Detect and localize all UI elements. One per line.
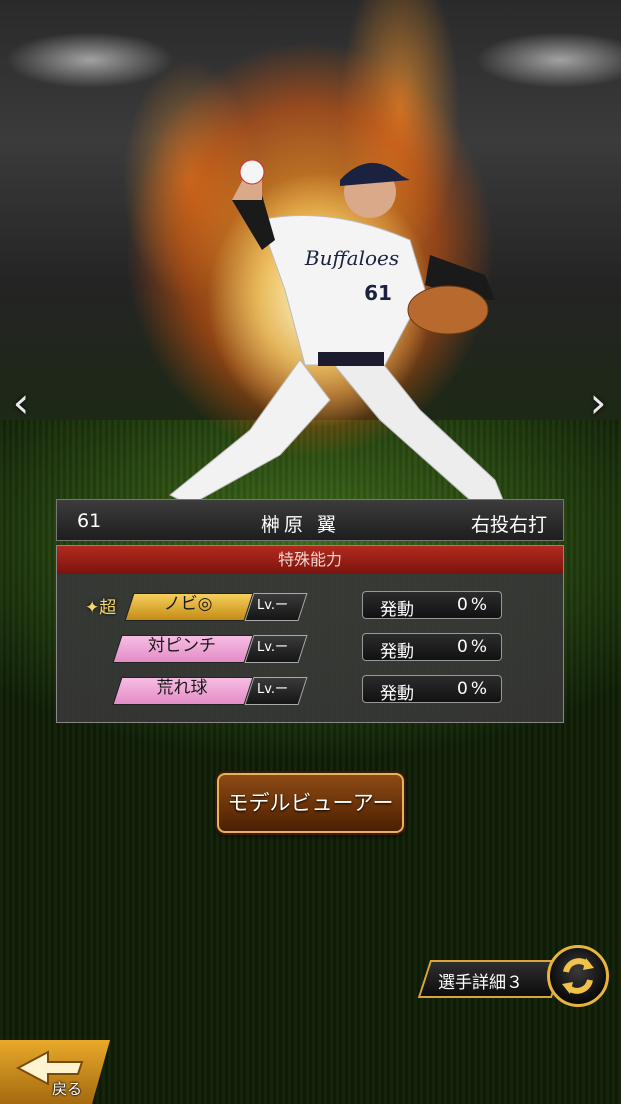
- chevron-right-icon[interactable]: ›: [583, 378, 613, 428]
- activation-value: 0%: [457, 679, 490, 699]
- ability-level: Lv.ー: [257, 598, 289, 613]
- player-name-bar: 61 榊原 翼 右投右打: [56, 499, 564, 541]
- model-viewer-button[interactable]: モデルビューアー: [217, 773, 404, 833]
- activation-box: 発動 0%: [362, 633, 502, 662]
- activation-value: 0%: [457, 595, 490, 615]
- special-abilities-title: 特殊能力: [57, 546, 563, 574]
- ability-level: Lv.ー: [257, 640, 289, 655]
- ability-row[interactable]: 対ピンチ Lv.ー 発動 0%: [57, 633, 565, 663]
- special-abilities-panel: 特殊能力 ✦超 ノビ◎ Lv.ー 発動 0% 対ピンチ Lv.ー 発動 0% 荒…: [56, 545, 564, 723]
- super-prefix-label: ✦超: [85, 598, 117, 618]
- activation-box: 発動 0%: [362, 675, 502, 704]
- player-detail-label[interactable]: 選手詳細３: [438, 968, 523, 993]
- player-image: Buffaloes 61: [169, 159, 506, 506]
- refresh-arrows-icon: [562, 958, 594, 994]
- jersey-team-text: Buffaloes: [304, 246, 399, 270]
- player-name: 榊原 翼: [261, 514, 341, 536]
- activation-box: 発動 0%: [362, 591, 502, 620]
- activation-label: 発動: [380, 642, 414, 662]
- ability-row[interactable]: 荒れ球 Lv.ー 発動 0%: [57, 675, 565, 705]
- jersey-number-text: 61: [364, 281, 392, 305]
- activation-label: 発動: [380, 600, 414, 620]
- ability-name: 荒れ球: [156, 678, 208, 698]
- activation-value: 0%: [457, 637, 490, 657]
- switch-icon[interactable]: [547, 945, 609, 1007]
- player-number: 61: [77, 510, 102, 532]
- ability-name: 対ピンチ: [148, 636, 216, 656]
- chevron-left-icon[interactable]: ‹: [6, 378, 36, 428]
- ability-level: Lv.ー: [257, 682, 289, 697]
- player-handedness: 右投右打: [470, 514, 547, 536]
- ability-name: ノビ◎: [163, 594, 213, 614]
- activation-label: 発動: [380, 684, 414, 704]
- ability-row[interactable]: ✦超 ノビ◎ Lv.ー 発動 0%: [57, 591, 565, 621]
- back-label[interactable]: 戻る: [52, 1078, 82, 1099]
